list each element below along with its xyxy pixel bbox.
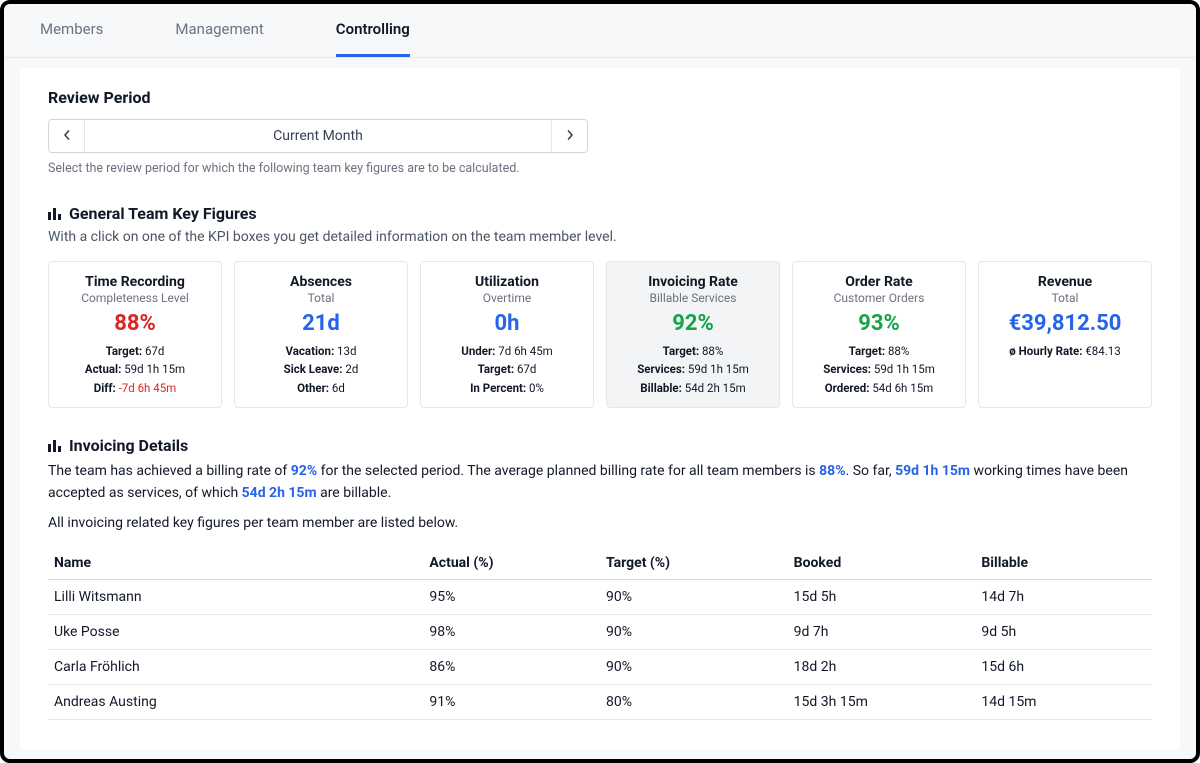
cell-billable: 9d 5h: [975, 614, 1152, 649]
cell-name: Lilli Witsmann: [48, 579, 423, 614]
cell-name: Carla Fröhlich: [48, 649, 423, 684]
kpi-line: Actual: 59d 1h 15m: [57, 360, 213, 378]
kpi-title: Utilization: [429, 274, 585, 290]
kpi-value: 92%: [615, 311, 771, 336]
table-row: Carla Fröhlich 86% 90% 18d 2h 15d 6h: [48, 649, 1152, 684]
cell-billable: 14d 7h: [975, 579, 1152, 614]
col-booked: Booked: [788, 547, 976, 580]
kpi-line: ø Hourly Rate: €84.13: [987, 342, 1143, 360]
cell-actual: 86%: [423, 649, 600, 684]
cell-target: 80%: [600, 684, 788, 719]
cell-target: 90%: [600, 649, 788, 684]
kpi-card[interactable]: Order Rate Customer Orders 93% Target: 8…: [792, 261, 966, 408]
table-row: Uke Posse 98% 90% 9d 7h 9d 5h: [48, 614, 1152, 649]
col-actual: Actual (%): [423, 547, 600, 580]
cell-billable: 14d 15m: [975, 684, 1152, 719]
period-prev-button[interactable]: [49, 120, 85, 152]
kpi-title: Time Recording: [57, 274, 213, 290]
kpi-value: €39,812.50: [987, 311, 1143, 336]
cell-booked: 15d 5h: [788, 579, 976, 614]
table-header-row: Name Actual (%) Target (%) Booked Billab…: [48, 547, 1152, 580]
kpi-line: Billable: 54d 2h 15m: [615, 379, 771, 397]
invoicing-details-title-text: Invoicing Details: [69, 436, 188, 455]
kpi-subtitle: Total: [243, 291, 399, 305]
tab-bar: Members Management Controlling: [4, 4, 1196, 58]
cell-booked: 18d 2h: [788, 649, 976, 684]
kpi-line: Target: 67d: [57, 342, 213, 360]
general-kpi-title: General Team Key Figures: [48, 204, 1152, 223]
highlight-target-rate: 88%: [819, 463, 845, 479]
kpi-card[interactable]: Revenue Total €39,812.50 ø Hourly Rate: …: [978, 261, 1152, 408]
highlight-billing-rate: 92%: [291, 463, 317, 479]
kpi-subtitle: Completeness Level: [57, 291, 213, 305]
kpi-value: 21d: [243, 311, 399, 336]
invoicing-details-sub: All invoicing related key figures per te…: [48, 515, 1152, 531]
col-name: Name: [48, 547, 423, 580]
general-kpi-help: With a click on one of the KPI boxes you…: [48, 229, 1152, 245]
kpi-title: Invoicing Rate: [615, 274, 771, 290]
cell-actual: 95%: [423, 579, 600, 614]
bar-chart-icon: [48, 440, 61, 452]
cell-actual: 91%: [423, 684, 600, 719]
cell-name: Andreas Austing: [48, 684, 423, 719]
kpi-title: Absences: [243, 274, 399, 290]
kpi-title: Order Rate: [801, 274, 957, 290]
kpi-line: Ordered: 54d 6h 15m: [801, 379, 957, 397]
app-frame: Members Management Controlling Review Pe…: [0, 0, 1200, 763]
kpi-card[interactable]: Utilization Overtime 0h Under: 7d 6h 45m…: [420, 261, 594, 408]
kpi-line: Target: 67d: [429, 360, 585, 378]
kpi-subtitle: Overtime: [429, 291, 585, 305]
table-row: Andreas Austing 91% 80% 15d 3h 15m 14d 1…: [48, 684, 1152, 719]
period-selector: Current Month: [48, 119, 588, 153]
kpi-card[interactable]: Invoicing Rate Billable Services 92% Tar…: [606, 261, 780, 408]
review-period-title: Review Period: [48, 88, 1152, 107]
kpi-subtitle: Billable Services: [615, 291, 771, 305]
tab-members[interactable]: Members: [40, 4, 103, 57]
kpi-line: In Percent: 0%: [429, 379, 585, 397]
invoicing-table: Name Actual (%) Target (%) Booked Billab…: [48, 547, 1152, 720]
kpi-line: Other: 6d: [243, 379, 399, 397]
kpi-line: Sick Leave: 2d: [243, 360, 399, 378]
highlight-billable-time: 54d 2h 15m: [242, 485, 317, 501]
kpi-value: 93%: [801, 311, 957, 336]
period-value[interactable]: Current Month: [85, 120, 551, 152]
kpi-subtitle: Total: [987, 291, 1143, 305]
kpi-line: Services: 59d 1h 15m: [615, 360, 771, 378]
kpi-line: Under: 7d 6h 45m: [429, 342, 585, 360]
general-kpi-title-text: General Team Key Figures: [69, 204, 257, 223]
highlight-services-time: 59d 1h 15m: [895, 463, 970, 479]
kpi-line: Target: 88%: [615, 342, 771, 360]
cell-target: 90%: [600, 579, 788, 614]
chevron-right-icon: [565, 128, 575, 144]
kpi-line: Diff: -7d 6h 45m: [57, 379, 213, 397]
invoicing-details-text: The team has achieved a billing rate of …: [48, 461, 1152, 504]
table-row: Lilli Witsmann 95% 90% 15d 5h 14d 7h: [48, 579, 1152, 614]
kpi-card[interactable]: Absences Total 21d Vacation: 13dSick Lea…: [234, 261, 408, 408]
cell-billable: 15d 6h: [975, 649, 1152, 684]
cell-name: Uke Posse: [48, 614, 423, 649]
kpi-title: Revenue: [987, 274, 1143, 290]
cell-booked: 15d 3h 15m: [788, 684, 976, 719]
kpi-row: Time Recording Completeness Level 88% Ta…: [48, 261, 1152, 408]
kpi-value: 88%: [57, 311, 213, 336]
cell-target: 90%: [600, 614, 788, 649]
review-period-help: Select the review period for which the f…: [48, 161, 1152, 176]
chevron-left-icon: [62, 128, 72, 144]
kpi-line: Target: 88%: [801, 342, 957, 360]
tab-management[interactable]: Management: [175, 4, 263, 57]
cell-booked: 9d 7h: [788, 614, 976, 649]
kpi-line: Services: 59d 1h 15m: [801, 360, 957, 378]
kpi-card[interactable]: Time Recording Completeness Level 88% Ta…: [48, 261, 222, 408]
period-next-button[interactable]: [551, 120, 587, 152]
col-target: Target (%): [600, 547, 788, 580]
kpi-subtitle: Customer Orders: [801, 291, 957, 305]
kpi-line: Vacation: 13d: [243, 342, 399, 360]
cell-actual: 98%: [423, 614, 600, 649]
tab-controlling[interactable]: Controlling: [336, 4, 410, 57]
content-panel: Review Period Current Month Select the r…: [20, 68, 1180, 750]
col-billable: Billable: [975, 547, 1152, 580]
kpi-value: 0h: [429, 311, 585, 336]
bar-chart-icon: [48, 208, 61, 220]
invoicing-details-title: Invoicing Details: [48, 436, 1152, 455]
